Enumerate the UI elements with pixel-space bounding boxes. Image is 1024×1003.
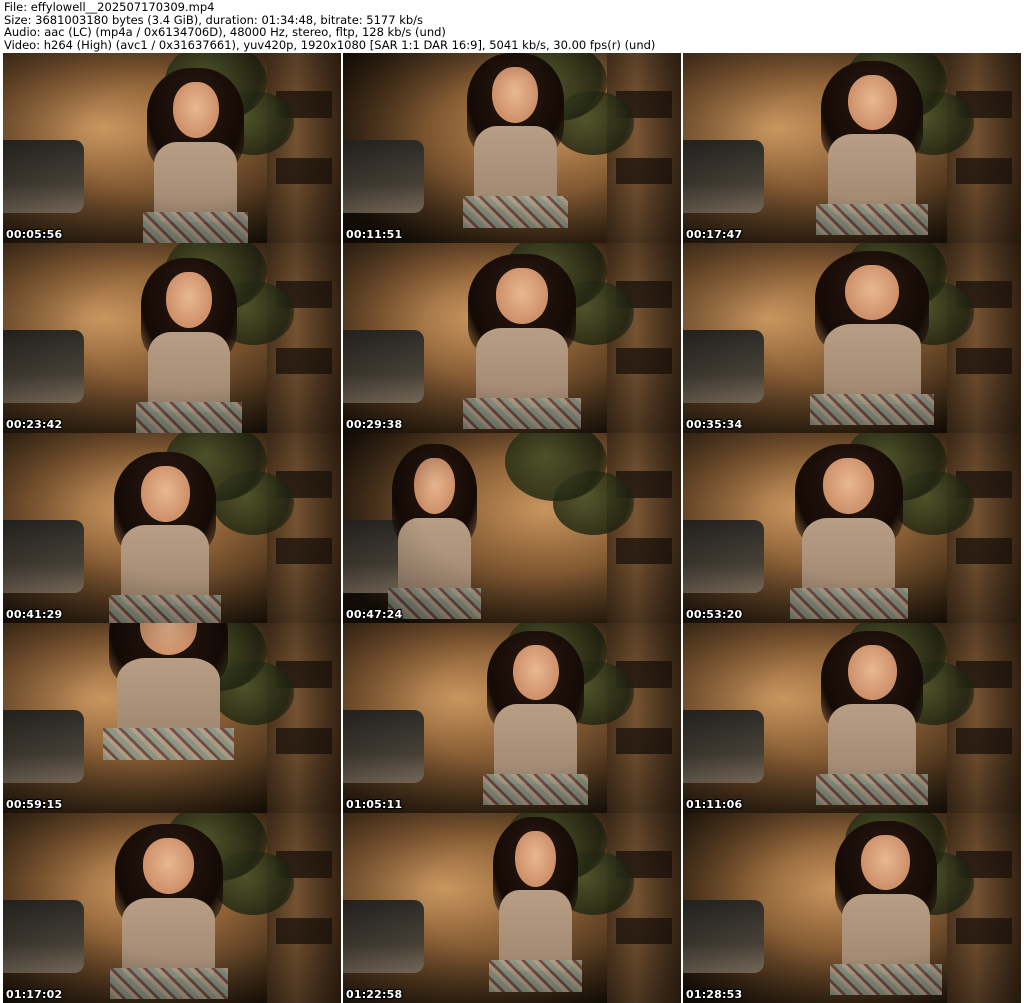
- video-thumbnail: 00:29:38: [343, 243, 681, 433]
- scene-vignette: [683, 623, 1021, 813]
- video-thumbnail: 00:11:51: [343, 53, 681, 243]
- scene-vignette: [343, 53, 681, 243]
- thumbnail-timestamp: 00:23:42: [6, 418, 63, 431]
- video-thumbnail: 00:47:24: [343, 433, 681, 623]
- scene-vignette: [683, 813, 1021, 1003]
- thumbnail-timestamp: 00:35:34: [686, 418, 743, 431]
- thumbnail-timestamp: 01:17:02: [6, 988, 63, 1001]
- thumbnail-timestamp: 00:41:29: [6, 608, 63, 621]
- video-thumbnail: 00:17:47: [683, 53, 1021, 243]
- video-thumbnail: 01:22:58: [343, 813, 681, 1003]
- video-thumbnail: 00:23:42: [3, 243, 341, 433]
- scene-vignette: [343, 623, 681, 813]
- thumbnail-timestamp: 01:11:06: [686, 798, 743, 811]
- scene-vignette: [3, 813, 341, 1003]
- thumbnail-timestamp: 00:17:47: [686, 228, 743, 241]
- thumbnail-timestamp: 00:53:20: [686, 608, 743, 621]
- video-thumbnail: 01:28:53: [683, 813, 1021, 1003]
- scene-vignette: [343, 243, 681, 433]
- file-info-header: File: effylowell__202507170309.mp4 Size:…: [4, 1, 1020, 51]
- video-thumbnail: 01:11:06: [683, 623, 1021, 813]
- thumbnail-timestamp: 00:29:38: [346, 418, 403, 431]
- video-thumbnail: 00:59:15: [3, 623, 341, 813]
- file-name-line: File: effylowell__202507170309.mp4: [4, 0, 215, 14]
- video-thumbnail: 00:05:56: [3, 53, 341, 243]
- audio-info-line: Audio: aac (LC) (mp4a / 0x6134706D), 480…: [4, 25, 446, 40]
- scene-vignette: [3, 243, 341, 433]
- thumbnail-timestamp: 00:59:15: [6, 798, 63, 811]
- scene-vignette: [683, 433, 1021, 623]
- scene-vignette: [3, 433, 341, 623]
- scene-vignette: [3, 53, 341, 243]
- thumbnail-timestamp: 00:05:56: [6, 228, 63, 241]
- thumbnail-timestamp: 00:11:51: [346, 228, 403, 241]
- thumbnail-timestamp: 01:22:58: [346, 988, 403, 1001]
- scene-vignette: [3, 623, 341, 813]
- video-info-line: Video: h264 (High) (avc1 / 0x31637661), …: [4, 37, 656, 52]
- scene-vignette: [683, 53, 1021, 243]
- scene-vignette: [343, 433, 681, 623]
- video-thumbnail: 00:53:20: [683, 433, 1021, 623]
- thumbnail-timestamp: 01:05:11: [346, 798, 403, 811]
- scene-vignette: [343, 813, 681, 1003]
- thumbnail-grid: 00:05:56 00:11:51 00:17:47 00:23:42 00:2…: [3, 53, 1021, 1003]
- scene-vignette: [683, 243, 1021, 433]
- video-thumbnail: 01:05:11: [343, 623, 681, 813]
- video-thumbnail: 01:17:02: [3, 813, 341, 1003]
- thumbnail-timestamp: 00:47:24: [346, 608, 403, 621]
- video-thumbnail: 00:41:29: [3, 433, 341, 623]
- thumbnail-timestamp: 01:28:53: [686, 988, 743, 1001]
- video-thumbnail: 00:35:34: [683, 243, 1021, 433]
